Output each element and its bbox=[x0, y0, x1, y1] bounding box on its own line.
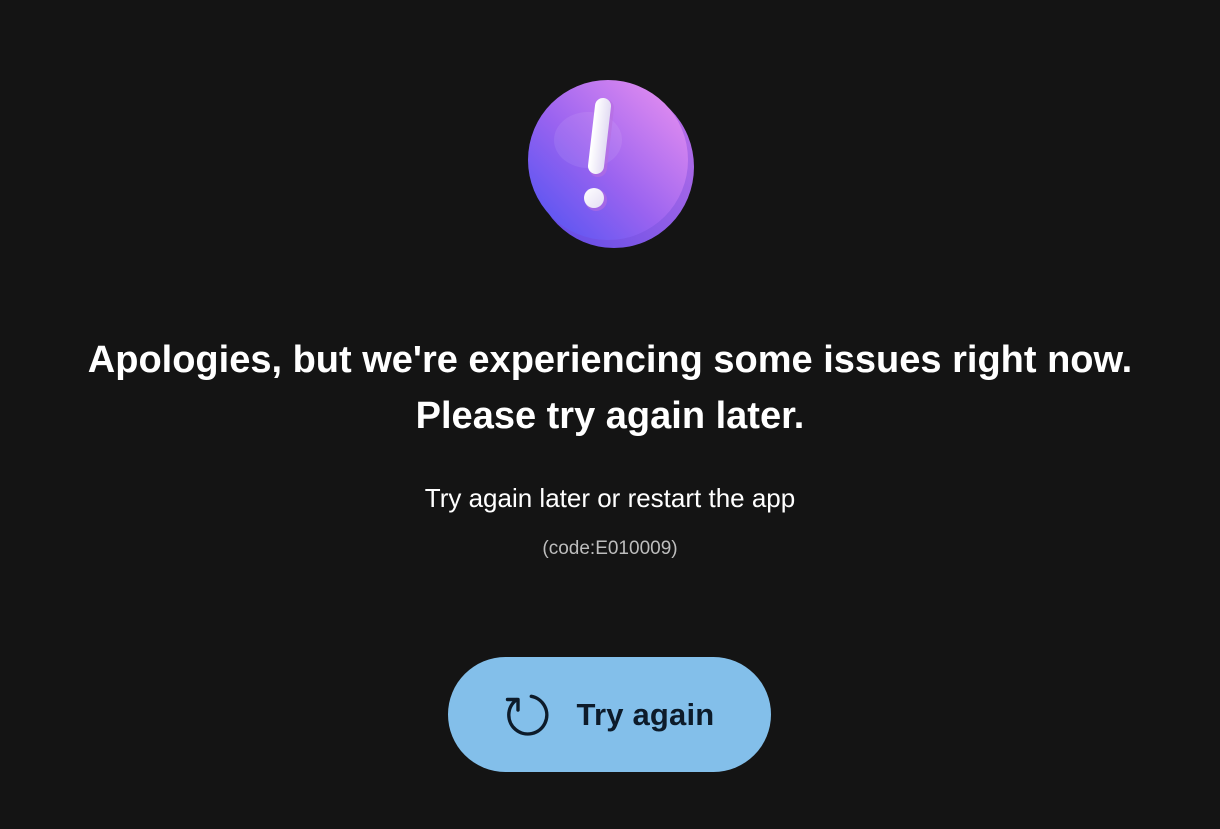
error-headline-line1: Apologies, but we're experiencing some i… bbox=[87, 339, 1133, 381]
error-code: (code:E010009) bbox=[542, 538, 678, 559]
exclamation-alert-icon bbox=[528, 80, 694, 248]
try-again-button[interactable]: Try again bbox=[448, 657, 771, 772]
try-again-label: Try again bbox=[576, 696, 715, 732]
refresh-icon bbox=[505, 694, 548, 736]
error-screen: Apologies, but we're experiencing some i… bbox=[0, 0, 1220, 829]
error-subtitle: Try again later or restart the app bbox=[424, 483, 796, 513]
error-headline-line2: Please try again later. bbox=[415, 395, 805, 437]
